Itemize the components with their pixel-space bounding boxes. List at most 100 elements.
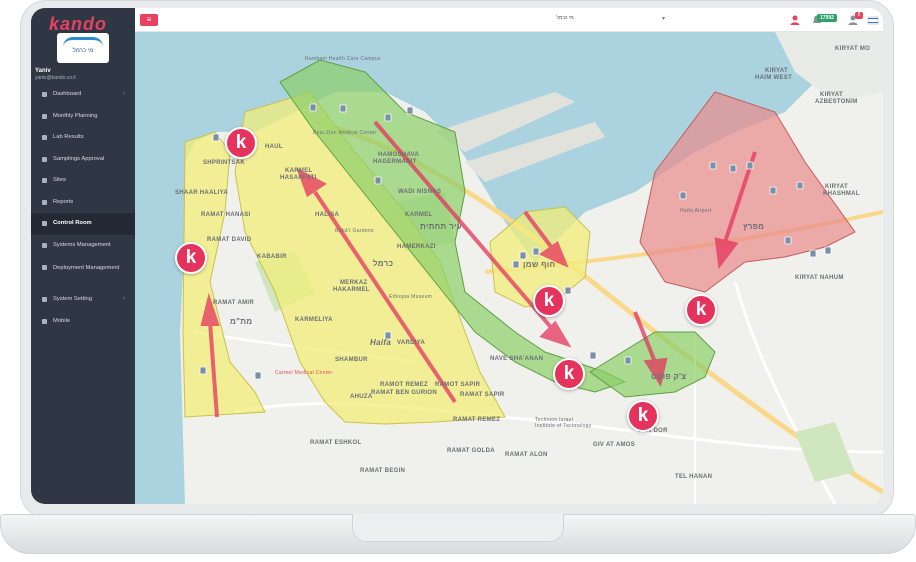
sensor-icon[interactable] <box>339 104 347 113</box>
sensor-icon[interactable] <box>784 236 792 245</box>
sensor-icon[interactable] <box>824 246 832 255</box>
sensor-icon[interactable] <box>729 164 737 173</box>
sidebar-item-label: Sites <box>53 177 66 183</box>
sensor-icon[interactable] <box>564 286 572 295</box>
brand-logo[interactable]: kando <box>49 14 107 35</box>
sensor-icon[interactable] <box>512 260 520 269</box>
map-label: KARMEL <box>285 168 313 174</box>
map-label: RAMOT REMEZ <box>380 382 428 388</box>
map-label: NAVE SHA'ANAN <box>490 356 544 362</box>
sidebar-item-label: Deployment Management <box>53 265 120 271</box>
map-label: GIV AT AMOS <box>593 442 636 448</box>
kando-marker[interactable]: k <box>175 242 207 274</box>
sensor-icon[interactable] <box>199 366 207 375</box>
map-label: RAMAT REMEZ <box>453 417 501 423</box>
map-label: KIRYAT <box>820 92 843 98</box>
top-icons: 17992 9 <box>789 12 879 28</box>
sensor-icon[interactable] <box>254 371 262 380</box>
map-canvas[interactable] <box>135 32 883 504</box>
map-label: SHPRINTSAK <box>203 160 246 166</box>
map-label: SHAAR HAALIYA <box>175 190 229 196</box>
sidebar-item-label: Reports <box>53 198 74 205</box>
sensor-icon[interactable] <box>532 247 540 256</box>
map-label: Ethiopia Museum <box>389 294 433 300</box>
map-label: HAIM WEST <box>755 75 793 81</box>
sidebar-item-reports[interactable]: Reports <box>31 192 135 214</box>
sidebar-item-systems-management[interactable]: Systems Management <box>31 235 135 257</box>
map-label: כרמל <box>373 259 394 268</box>
sidebar-item-label: Monthly Planning <box>53 112 98 119</box>
map-label: חוף שמן <box>523 260 556 269</box>
map-label: RAMOT SAPIR <box>435 382 481 388</box>
map-label: KARMELIYA <box>295 317 333 323</box>
map-label: KIRYAT NAHUM <box>795 275 844 281</box>
kando-marker[interactable]: k <box>225 127 257 159</box>
map-label: HASARFATI <box>280 175 317 181</box>
sidebar-item-deployment-management[interactable]: Deployment Management <box>31 256 135 289</box>
hamburger-icon[interactable]: ≡ <box>140 14 158 26</box>
wave-icon <box>63 37 103 47</box>
map-label: RAMAT GOLDA <box>447 448 495 454</box>
map-label: RAMAT HANASI <box>201 212 251 218</box>
sidebar-item-monthly-planning[interactable]: Monthly Planning <box>31 106 135 128</box>
device-icon <box>42 265 47 270</box>
mobile-icon <box>42 318 47 324</box>
laptop-mockup: kando מי כרמל Yaniv yaniv@kando.co.il Da… <box>0 0 916 562</box>
map-label: Bahá'í Gardens <box>335 228 374 234</box>
map-label: TEL HANAN <box>675 474 713 480</box>
flag-icon[interactable] <box>867 14 879 26</box>
map-label: Haifa Airport <box>680 208 712 214</box>
map-label: עיר תחתית <box>420 222 462 231</box>
sensor-icon[interactable] <box>709 161 717 170</box>
user-name: Yaniv <box>35 68 51 74</box>
sidebar-item-sites[interactable]: Sites <box>31 170 135 192</box>
map[interactable]: KIRYAT MO KIRYAT HAIM WEST KIRYAT AZBEST… <box>135 32 883 504</box>
sensor-icon[interactable] <box>384 113 392 122</box>
sidebar-menu: Dashboard ‹ Monthly Planning Lab Results… <box>31 84 135 332</box>
sensor-icon[interactable] <box>746 161 754 170</box>
map-label: KARMEL <box>405 212 433 218</box>
kando-marker[interactable]: k <box>685 294 717 326</box>
sensor-icon[interactable] <box>679 191 687 200</box>
sensor-icon[interactable] <box>796 181 804 190</box>
map-label: WADI NISNAS <box>398 189 442 195</box>
sensor-icon[interactable] <box>769 186 777 195</box>
map-label: RAMAT DAVID <box>207 237 252 243</box>
map-label: Haifa <box>370 338 392 347</box>
map-label: VARDIYA <box>397 340 426 346</box>
map-label: KIRYAT MO <box>835 46 871 52</box>
sidebar-item-system-setting[interactable]: System Setting ‹ <box>31 289 135 311</box>
sidebar-item-samplings-approval[interactable]: Samplings Approval <box>31 149 135 171</box>
sensor-icon[interactable] <box>212 133 220 142</box>
map-label: RAMAT SAPIR <box>460 392 505 398</box>
sensor-icon[interactable] <box>309 103 317 112</box>
sensor-icon[interactable] <box>374 176 382 185</box>
map-label: HAGERMANIT <box>373 159 417 165</box>
user-email[interactable]: yaniv@kando.co.il <box>35 75 76 81</box>
sidebar-item-lab-results[interactable]: Lab Results <box>31 127 135 149</box>
alert-user-icon[interactable] <box>789 14 801 26</box>
sensor-icon[interactable] <box>519 251 527 260</box>
sensor-icon[interactable] <box>406 106 414 115</box>
sidebar-item-dashboard[interactable]: Dashboard ‹ <box>31 84 135 106</box>
map-label: HAMOSHAVA <box>378 152 420 158</box>
client-logo-text: מי כרמל <box>72 48 94 54</box>
sensor-icon[interactable] <box>809 249 817 258</box>
site-selector[interactable]: מי כרמל ▾ <box>465 15 665 25</box>
screen: kando מי כרמל Yaniv yaniv@kando.co.il Da… <box>31 8 883 504</box>
chart-icon <box>42 199 47 205</box>
map-label: SHAMBUR <box>335 357 368 363</box>
envelope-icon <box>42 156 47 162</box>
notifications-badge: 17992 <box>817 14 837 22</box>
wifi-icon <box>42 242 47 248</box>
kando-marker[interactable]: k <box>553 358 585 390</box>
sensor-icon[interactable] <box>624 356 632 365</box>
chevron-left-icon: ‹ <box>123 296 125 302</box>
kando-marker[interactable]: k <box>627 400 659 432</box>
sidebar-item-mobile[interactable]: Mobile <box>31 311 135 333</box>
kando-marker[interactable]: k <box>533 285 565 317</box>
bar-chart-icon <box>42 178 47 183</box>
calendar-icon <box>42 113 47 119</box>
sidebar-item-control-room[interactable]: Control Room <box>31 213 135 235</box>
sensor-icon[interactable] <box>589 351 597 360</box>
